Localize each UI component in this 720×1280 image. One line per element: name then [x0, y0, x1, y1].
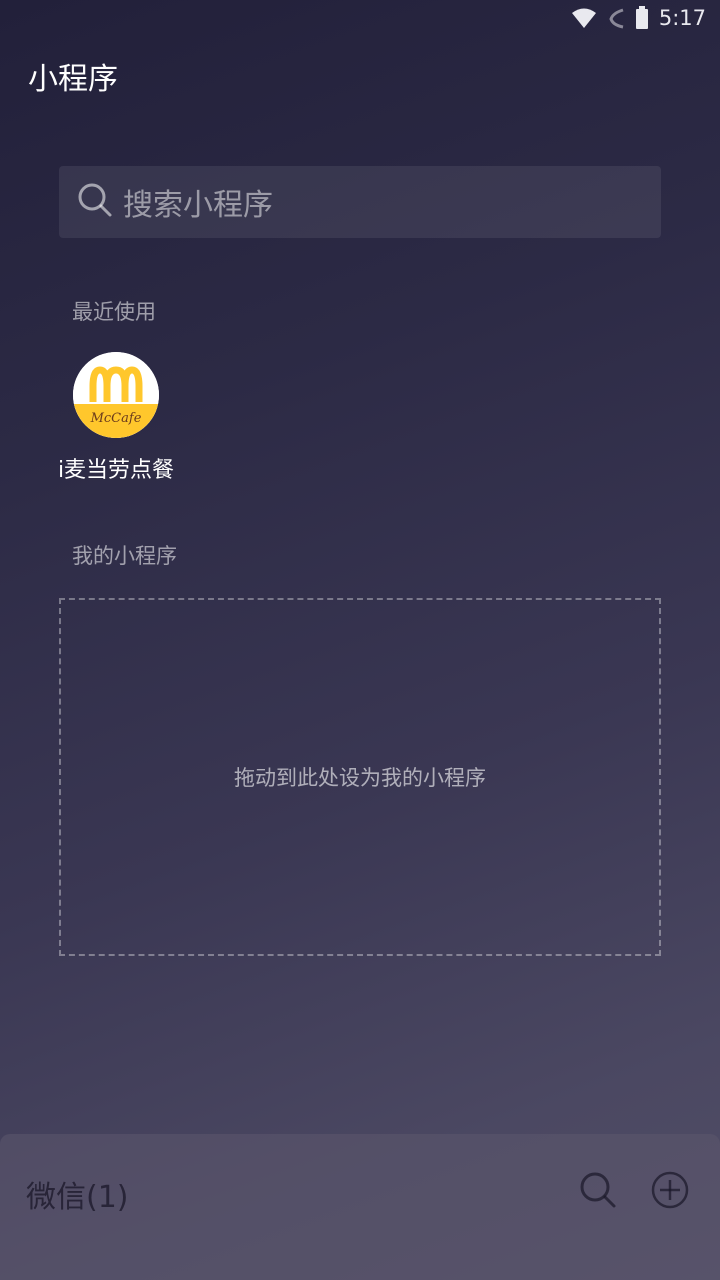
search-input[interactable]: 搜索小程序 [59, 166, 661, 238]
search-placeholder: 搜索小程序 [123, 188, 273, 223]
battery-icon [635, 6, 649, 30]
page-title: 小程序 [28, 62, 118, 97]
search-icon [77, 182, 123, 222]
signal-icon [607, 7, 625, 29]
my-apps-drop-zone[interactable]: 拖动到此处设为我的小程序 [59, 598, 661, 956]
status-icons: 5:17 [571, 6, 706, 30]
wechat-bottom-bar[interactable]: 微信(1) [0, 1134, 720, 1280]
mcdonalds-mccafe-logo: McCafe [73, 352, 159, 438]
my-apps-section-label: 我的小程序 [72, 544, 177, 568]
drop-hint: 拖动到此处设为我的小程序 [234, 766, 486, 790]
svg-text:McCafe: McCafe [90, 411, 142, 426]
status-time: 5:17 [658, 6, 706, 30]
search-icon [578, 1172, 618, 1214]
wifi-icon [571, 7, 597, 29]
status-bar: 5:17 [0, 0, 720, 36]
wechat-title: 微信(1) [26, 1180, 129, 1215]
plus-circle-icon [650, 1171, 690, 1214]
app-name: i麦当劳点餐 [57, 458, 175, 483]
add-button[interactable] [650, 1170, 690, 1210]
recent-app-mcdonalds[interactable]: McCafe i麦当劳点餐 [56, 352, 176, 484]
search-button[interactable] [578, 1170, 618, 1210]
recent-section-label: 最近使用 [72, 300, 156, 324]
